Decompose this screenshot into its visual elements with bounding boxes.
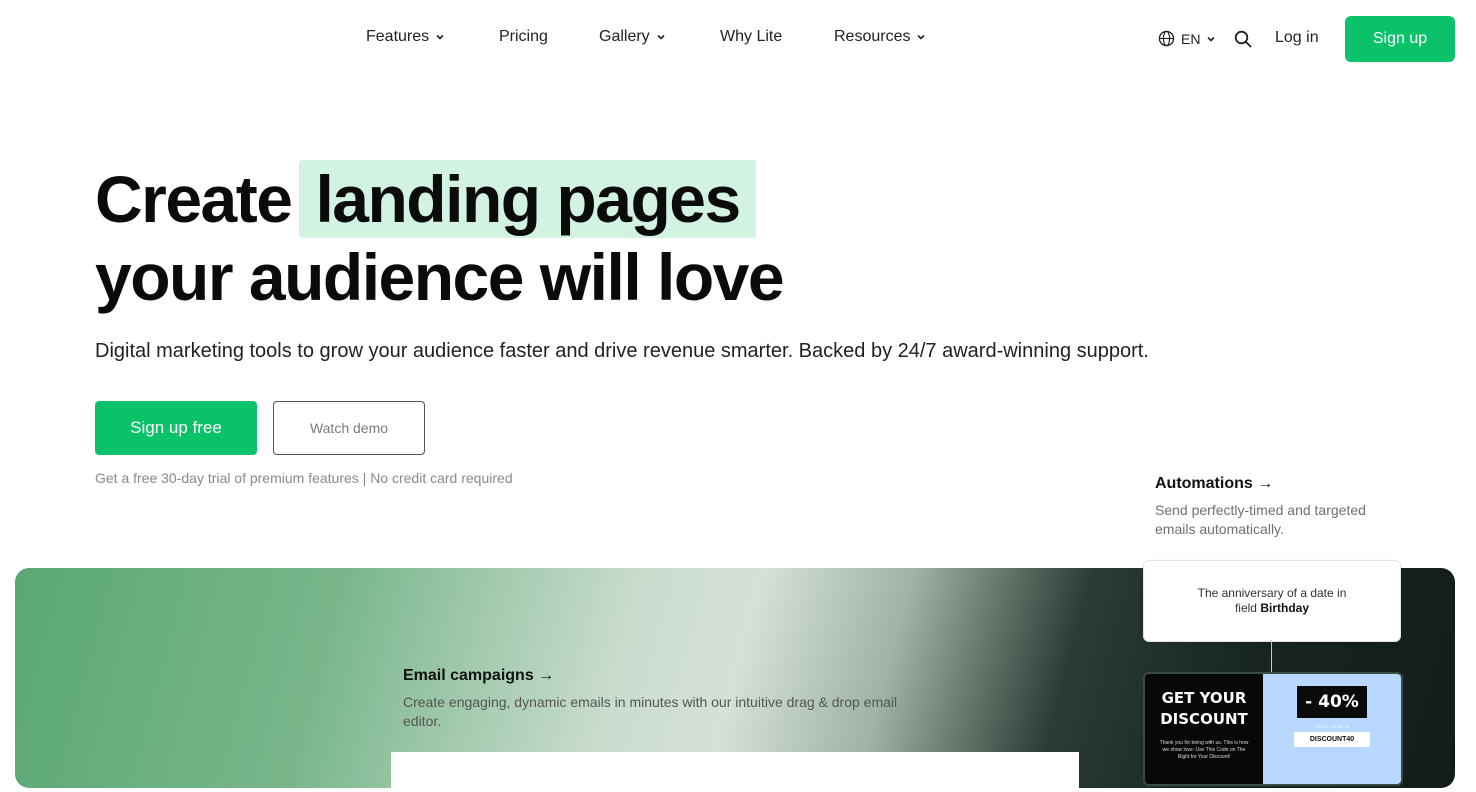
- coupon-percent: - 40%: [1297, 686, 1367, 718]
- nav-why-lite[interactable]: Why Lite: [720, 28, 782, 46]
- nav-pricing[interactable]: Pricing: [499, 28, 548, 46]
- hero-title-line2: your audience will love: [95, 240, 785, 314]
- chevron-down-icon: [436, 34, 444, 40]
- nav-features[interactable]: Features: [366, 28, 445, 46]
- hero-title-highlight: landing pages: [299, 160, 756, 238]
- coupon-code: DISCOUNT40: [1293, 732, 1371, 747]
- hero-title-line1: Create landing pages: [95, 160, 783, 238]
- nav-why-lite-label: Why Lite: [720, 28, 783, 45]
- trigger-field-prefix: field: [1234, 601, 1257, 615]
- chevron-down-icon: [1207, 36, 1216, 42]
- language-label: EN: [1181, 30, 1201, 47]
- globe-icon: [1158, 30, 1175, 47]
- trigger-text: The anniversary of a date in: [1197, 586, 1347, 600]
- signup-button[interactable]: Sign up: [1345, 16, 1455, 62]
- trigger-field-name: Birthday: [1260, 601, 1310, 615]
- hero-title: Create landing pages your audience will l…: [95, 160, 785, 316]
- automations-description: Send perfectly-timed and targeted emails…: [1155, 502, 1366, 537]
- automations-link[interactable]: Automations →: [1155, 475, 1273, 493]
- coupon-body: Thank you for being with us. This is how…: [1159, 740, 1249, 760]
- hero-title-part1: Create: [95, 162, 293, 236]
- nav-resources[interactable]: Resources: [834, 28, 926, 46]
- watch-demo-button[interactable]: Watch demo: [273, 401, 425, 455]
- email-campaigns-link[interactable]: Email campaigns →: [403, 667, 554, 685]
- search-icon[interactable]: [1234, 30, 1252, 48]
- workflow-connector: [1271, 640, 1272, 672]
- login-link[interactable]: Log in: [1275, 29, 1319, 47]
- nav-features-label: Features: [366, 28, 430, 45]
- hero-subtitle: Digital marketing tools to grow your aud…: [95, 340, 1149, 362]
- email-editor-preview: [391, 752, 1079, 792]
- nav-gallery-label: Gallery: [599, 28, 650, 45]
- email-campaigns-description: Create engaging, dynamic emails in minut…: [403, 694, 898, 729]
- chevron-down-icon: [917, 34, 926, 40]
- trial-note: Get a free 30-day trial of premium featu…: [95, 470, 513, 486]
- nav-gallery[interactable]: Gallery: [599, 28, 666, 46]
- coupon-right-panel: - 40% YOUR CODE IS DISCOUNT40: [1263, 674, 1401, 784]
- coupon-headline: GET YOUR DISCOUNT: [1160, 689, 1248, 728]
- signup-free-button[interactable]: Sign up free: [95, 401, 257, 455]
- automation-trigger-card: The anniversary of a date in field Birth…: [1143, 560, 1401, 642]
- nav-resources-label: Resources: [834, 28, 911, 45]
- trigger-field-line: field Birthday: [1235, 601, 1309, 616]
- language-selector[interactable]: EN: [1158, 30, 1216, 47]
- nav-pricing-label: Pricing: [499, 28, 548, 45]
- coupon-code-label: YOUR CODE IS: [1314, 724, 1350, 729]
- coupon-left-panel: GET YOUR DISCOUNT Thank you for being wi…: [1145, 674, 1263, 784]
- chevron-down-icon: [657, 34, 665, 40]
